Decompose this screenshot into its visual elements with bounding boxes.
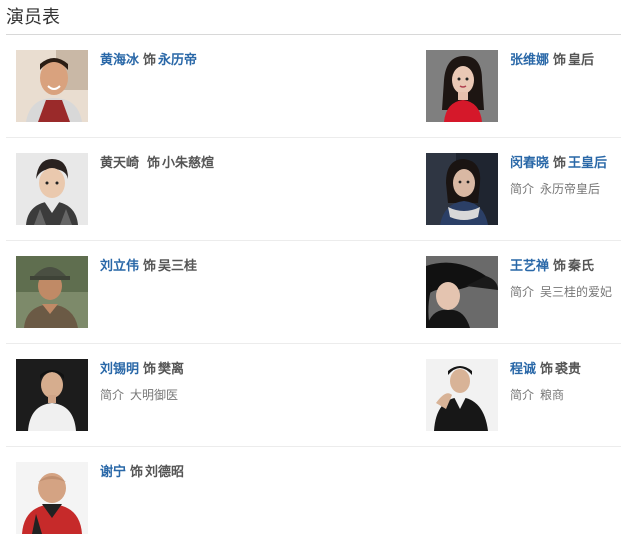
intro-label: 简介 [510, 285, 535, 299]
row-divider [6, 240, 621, 241]
row-divider [6, 137, 621, 138]
actor-photo[interactable] [426, 50, 498, 122]
cast-item: 黄海冰饰永历帝 [16, 50, 296, 122]
actor-name[interactable]: 闵春晓 [510, 156, 549, 171]
actor-photo[interactable] [426, 359, 498, 431]
actor-name[interactable]: 刘锡明 [100, 362, 139, 377]
page-title: 演员表 [6, 7, 60, 28]
actor-photo[interactable] [16, 153, 88, 225]
role-name: 裘贵 [555, 362, 582, 377]
role-name: 樊离 [158, 362, 185, 377]
as-label: 饰 [553, 156, 567, 171]
role-name: 秦氏 [568, 259, 595, 274]
cast-item: 刘锡明饰樊离 简介 大明御医 [16, 359, 296, 431]
role-name: 小朱慈煊 [162, 156, 215, 171]
as-label: 饰 [540, 362, 554, 377]
role-name: 吴三桂 [158, 259, 198, 274]
cast-item: 刘立伟饰吴三桂 [16, 256, 296, 328]
actor-name[interactable]: 黄海冰 [100, 53, 139, 68]
as-label: 饰 [553, 53, 567, 68]
row-divider [6, 446, 621, 447]
actor-photo[interactable] [16, 256, 88, 328]
actor-photo[interactable] [426, 153, 498, 225]
actor-name[interactable]: 刘立伟 [100, 259, 139, 274]
cast-item: 黄天崎饰小朱慈煊 [16, 153, 296, 225]
actor-name[interactable]: 程诚 [510, 362, 536, 377]
header-divider [6, 34, 621, 35]
actor-photo[interactable] [16, 50, 88, 122]
as-label: 饰 [553, 259, 567, 274]
cast-item: 程诚饰裘贵 简介 粮商 [426, 359, 627, 431]
actor-photo[interactable] [426, 256, 498, 328]
role-name: 皇后 [568, 53, 595, 68]
as-label: 饰 [143, 53, 157, 68]
actor-name: 黄天崎 [100, 156, 140, 171]
as-label: 饰 [147, 156, 161, 171]
role-name[interactable]: 永历帝 [158, 53, 197, 68]
as-label: 饰 [143, 259, 157, 274]
role-name[interactable]: 王皇后 [568, 156, 607, 171]
intro-label: 简介 [100, 388, 125, 402]
intro-text: 永历帝皇后 [540, 182, 601, 196]
cast-item: 闵春晓饰王皇后 简介 永历帝皇后 [426, 153, 627, 225]
cast-item: 张维娜饰皇后 [426, 50, 627, 122]
actor-photo[interactable] [16, 359, 88, 431]
cast-item: 谢宁饰刘德昭 [16, 462, 296, 534]
intro-label: 简介 [510, 182, 535, 196]
cast-item: 王艺禅饰秦氏 简介 吴三桂的爱妃 [426, 256, 627, 328]
actor-name[interactable]: 王艺禅 [510, 259, 549, 274]
intro-text: 粮商 [540, 388, 565, 402]
intro-text: 吴三桂的爱妃 [540, 285, 613, 299]
intro-label: 简介 [510, 388, 535, 402]
intro-text: 大明御医 [130, 388, 179, 402]
actor-photo[interactable] [16, 462, 88, 534]
actor-name[interactable]: 张维娜 [510, 53, 549, 68]
as-label: 饰 [130, 465, 144, 480]
as-label: 饰 [143, 362, 157, 377]
actor-name[interactable]: 谢宁 [100, 465, 126, 480]
row-divider [6, 343, 621, 344]
role-name: 刘德昭 [145, 465, 185, 480]
